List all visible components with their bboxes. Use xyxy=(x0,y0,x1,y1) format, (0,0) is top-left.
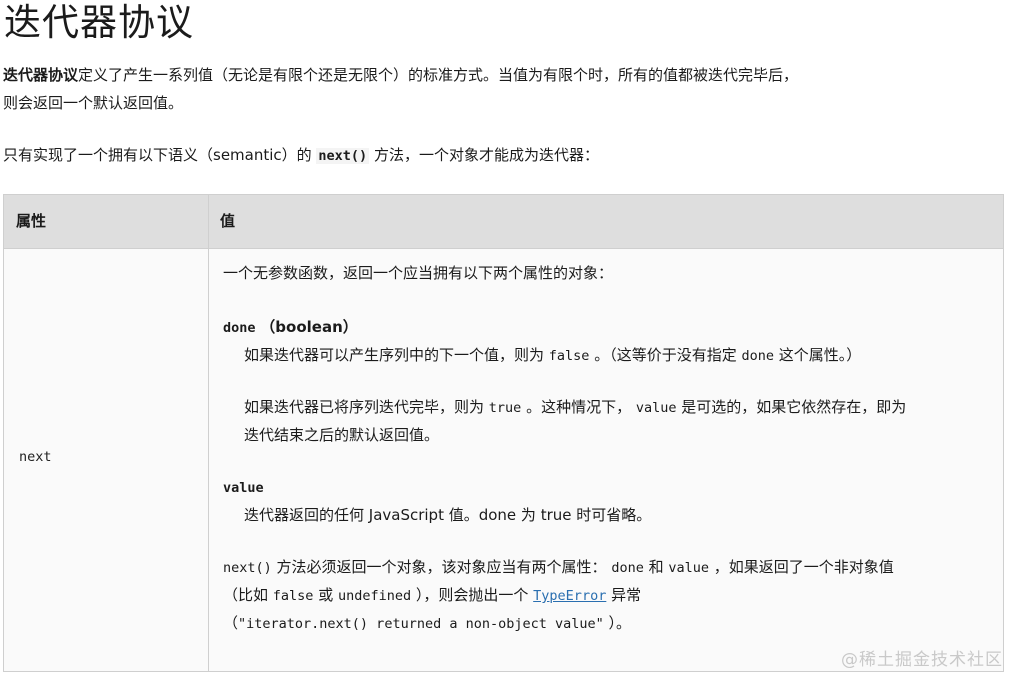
note-e: 或 xyxy=(313,586,338,604)
table-cell-key: next xyxy=(19,449,52,465)
note-code-done: done xyxy=(611,560,644,576)
table-header-value: 值 xyxy=(220,212,236,230)
done-name: done xyxy=(223,320,256,336)
note-code-undefined: undefined xyxy=(337,588,412,604)
intro-text: 定义了产生一系列值（无论是有限个还是无限个）的标准方式。当值为有限个时，所有的值… xyxy=(3,66,799,112)
done-line-2-a: 如果迭代器已将序列迭代完毕，则为 xyxy=(244,398,489,416)
note-i: ）。 xyxy=(603,614,632,632)
done-line-1: 如果迭代器可以产生序列中的下一个值，则为 false 。（这等价于没有指定 do… xyxy=(244,341,861,370)
requirement-code: next() xyxy=(316,148,370,164)
note-code-next: next() xyxy=(223,560,272,576)
note-b: 和 xyxy=(643,558,669,576)
done-line-1-a: 如果迭代器可以产生序列中的下一个值，则为 xyxy=(244,346,549,364)
properties-table: 属性 值 next 一个无参数函数，返回一个应当拥有以下两个属性的对象： don… xyxy=(3,194,1004,672)
note-g: 异常 xyxy=(606,586,642,604)
note-a: 方法必须返回一个对象，该对象应当有两个属性： xyxy=(271,558,612,576)
done-line-2-b: 。这种情况下， xyxy=(521,398,636,416)
done-line-2-code2: value xyxy=(635,400,677,416)
done-line-2-code: true xyxy=(488,400,522,416)
done-heading: done （boolean） xyxy=(223,313,358,342)
done-line-3: 迭代结束之后的默认返回值。 xyxy=(244,426,440,444)
done-line-2: 如果迭代器已将序列迭代完毕，则为 true 。这种情况下， value 是可选的… xyxy=(244,393,906,422)
requirement-paragraph: 只有实现了一个拥有以下语义（semantic）的 next() 方法，一个对象才… xyxy=(3,141,599,170)
value-heading: value xyxy=(223,473,264,502)
done-line-1-b: 。（这等价于没有指定 xyxy=(589,346,742,364)
done-line-1-c: 这个属性。） xyxy=(773,346,862,364)
watermark: @稀土掘金技术社区 xyxy=(841,650,1003,670)
intro-paragraph: 迭代器协议定义了产生一系列值（无论是有限个还是无限个）的标准方式。当值为有限个时… xyxy=(3,61,803,117)
note-line-2: （比如 false 或 undefined ），则会抛出一个 TypeError… xyxy=(223,581,641,610)
note-f: ），则会抛出一个 xyxy=(411,586,534,604)
note-line-3: （"iterator.next() returned a non-object … xyxy=(223,609,631,638)
done-line-2-c: 是可选的，如果它依然存在，即为 xyxy=(676,398,907,416)
note-c: ，如果返回了一个非对象值 xyxy=(709,558,894,576)
value-desc: 一个无参数函数，返回一个应当拥有以下两个属性的对象： xyxy=(223,264,614,282)
done-line-1-code: false xyxy=(548,348,590,364)
page-title: 迭代器协议 xyxy=(4,1,194,44)
table-header-row: 属性 值 xyxy=(4,195,1003,249)
note-d: （比如 xyxy=(223,586,273,604)
note-h: （ xyxy=(223,614,239,632)
note-code-value: value xyxy=(668,560,710,576)
column-divider xyxy=(208,195,209,671)
requirement-after: 方法，一个对象才能成为迭代器： xyxy=(369,146,599,164)
value-name: value xyxy=(223,480,264,496)
note-code-msg: "iterator.next() returned a non-object v… xyxy=(238,616,604,632)
requirement-before: 只有实现了一个拥有以下语义（semantic）的 xyxy=(3,146,317,164)
intro-bold-term: 迭代器协议 xyxy=(3,66,79,84)
table-header-property: 属性 xyxy=(16,212,47,230)
note-code-false: false xyxy=(272,588,314,604)
note-line-1: next() 方法必须返回一个对象，该对象应当有两个属性： done 和 val… xyxy=(223,553,894,582)
typeerror-link[interactable]: TypeError xyxy=(533,588,606,604)
done-type: （boolean） xyxy=(260,318,358,336)
done-line-1-code2: done xyxy=(741,348,774,364)
page: 迭代器协议 迭代器协议定义了产生一系列值（无论是有限个还是无限个）的标准方式。当… xyxy=(0,0,1009,674)
value-property-desc: 迭代器返回的任何 JavaScript 值。done 为 true 时可省略。 xyxy=(244,506,652,524)
